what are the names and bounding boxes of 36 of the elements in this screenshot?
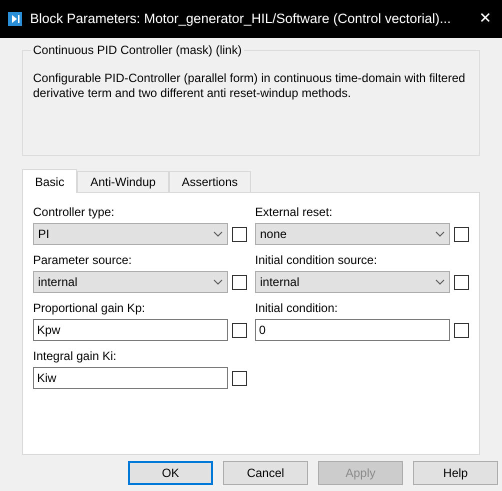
dropdown[interactable]: none [255,223,450,245]
chevron-down-icon [435,231,445,237]
checkbox[interactable] [454,274,469,290]
app-icon [8,12,22,26]
chevron-down-icon [213,231,223,237]
checkbox[interactable] [232,370,247,386]
tab[interactable]: Anti-Windup [77,171,169,192]
description: Configurable PID-Controller (parallel form) in continuous time-domain with filtered derivative term and two different anti reset-windup methods. [33,71,466,101]
tab[interactable]: Assertions [168,171,251,192]
field-label: Controller type: [33,205,116,220]
field-label: External reset: [255,205,334,220]
input-field[interactable]: 0 [255,319,450,341]
close-button[interactable]: ✕ [475,8,496,30]
chevron-down-icon [213,279,223,285]
field-label: Parameter source: [33,253,133,268]
tab[interactable]: Basic [22,169,78,193]
field-label: Initial condition: [255,301,339,316]
checkbox[interactable] [454,322,469,338]
window-title: Block Parameters: Motor_generator_HIL/Software (Control vectorial)... [30,10,452,28]
input-field[interactable]: Kpw [33,319,228,341]
checkbox[interactable] [232,274,247,290]
checkbox[interactable] [232,322,247,338]
dialog-button[interactable]: Cancel [223,461,308,485]
checkbox[interactable] [232,226,247,242]
dialog-button[interactable]: Help [413,461,498,485]
dropdown[interactable]: internal [33,271,228,293]
dropdown[interactable]: PI [33,223,228,245]
field-label: Proportional gain Kp: [33,301,146,316]
checkbox[interactable] [454,226,469,242]
field-label: Integral gain Ki: [33,349,118,364]
group-title: Continuous PID Controller (mask) (link) [31,43,244,58]
dialog-button[interactable]: OK [128,461,213,485]
dropdown[interactable]: internal [255,271,450,293]
input-field[interactable]: Kiw [33,367,228,389]
chevron-down-icon [435,279,445,285]
field-label: Initial condition source: [255,253,378,268]
